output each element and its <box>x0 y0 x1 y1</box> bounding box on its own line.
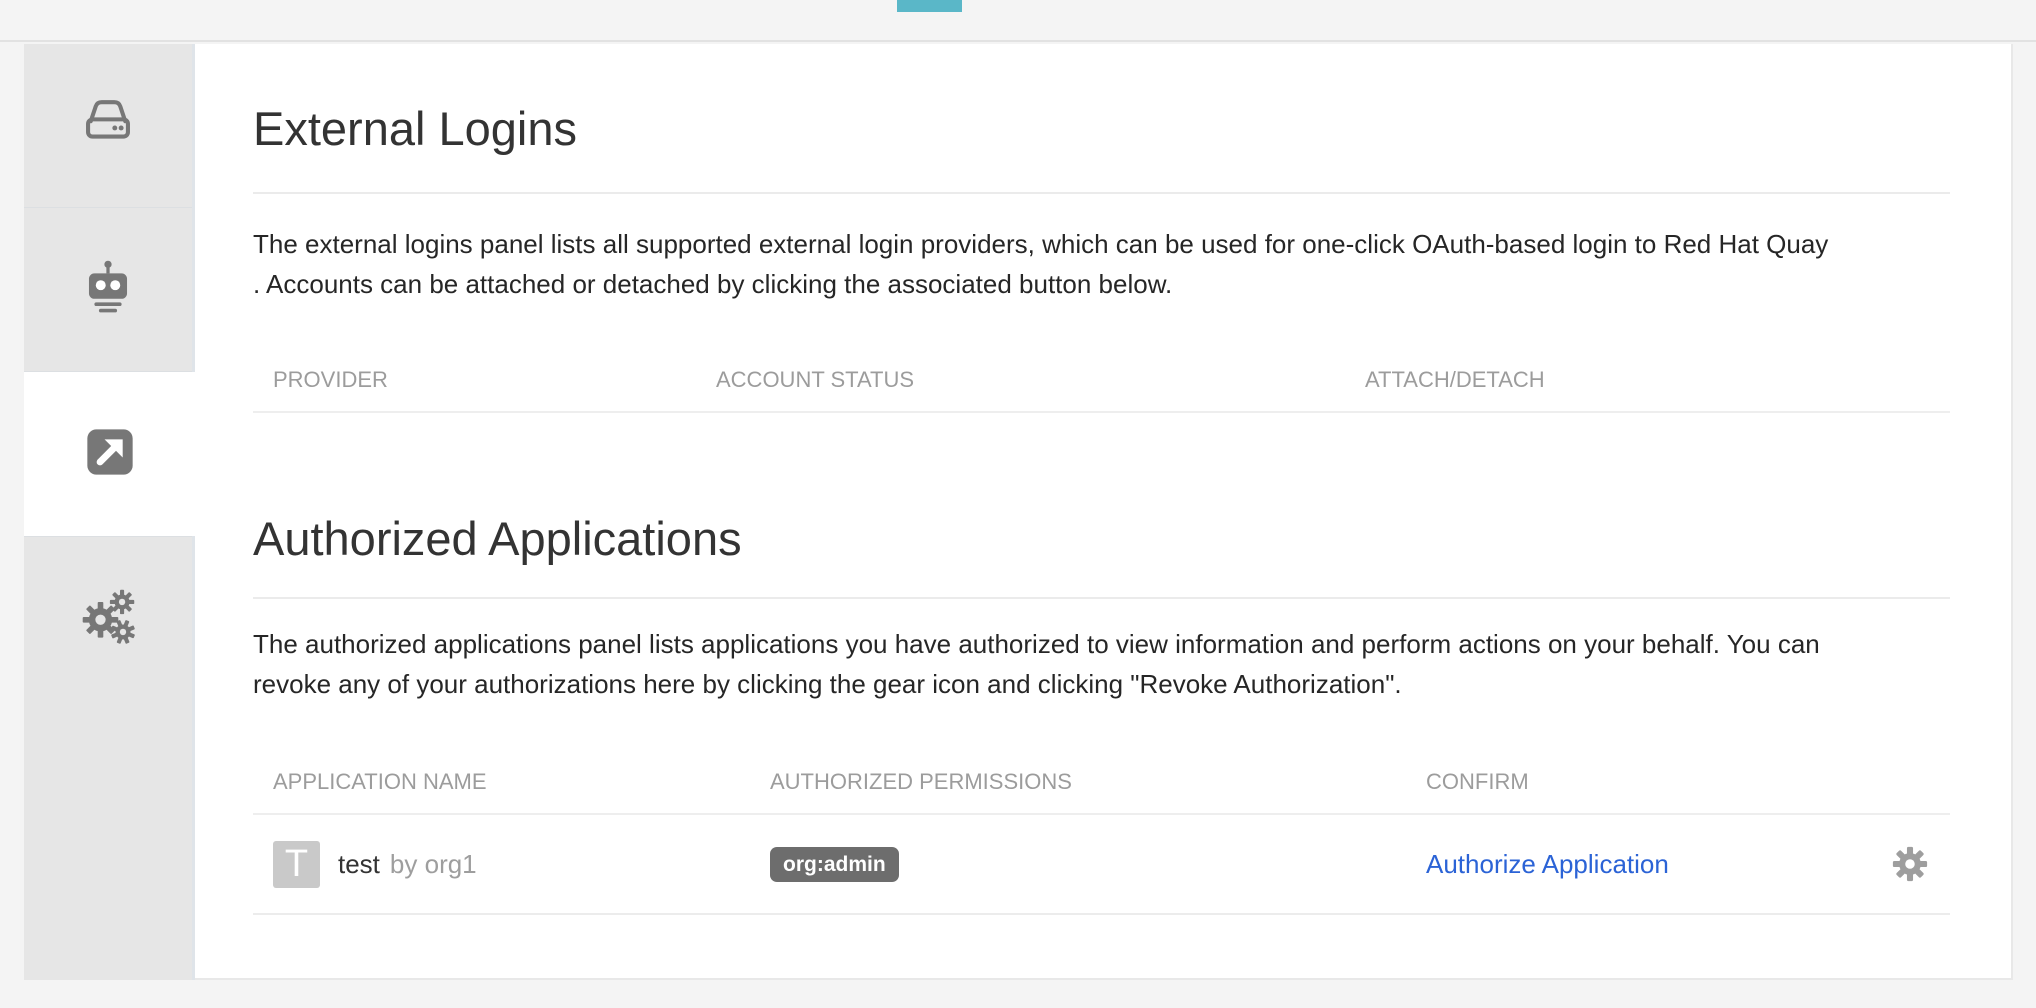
authorized-applications-title: Authorized Applications <box>253 512 1950 566</box>
robot-icon <box>79 258 137 321</box>
column-header-authorized-permissions: AUTHORIZED PERMISSIONS <box>750 769 1406 795</box>
column-header-application-name: APPLICATION NAME <box>253 769 750 795</box>
accent-bar <box>897 0 962 12</box>
gear-icon <box>1891 871 1929 886</box>
settings-sidebar <box>24 44 195 980</box>
sidebar-item-storage[interactable] <box>24 44 192 208</box>
authorized-applications-table-header: APPLICATION NAME AUTHORIZED PERMISSIONS … <box>253 769 1950 815</box>
description-line: . Accounts can be attached or detached b… <box>253 264 1950 304</box>
table-row: T test by org1 org:admin Authorize Appli… <box>253 815 1950 915</box>
external-logins-title: External Logins <box>253 102 1950 156</box>
column-header-account-status: ACCOUNT STATUS <box>696 367 1345 393</box>
sidebar-item-robot-accounts[interactable] <box>24 208 192 372</box>
sidebar-item-external-logins[interactable] <box>24 372 195 536</box>
authorize-application-link[interactable]: Authorize Application <box>1426 849 1669 879</box>
gears-icon <box>78 586 138 651</box>
authorized-applications-description: The authorized applications panel lists … <box>253 624 1950 704</box>
external-logins-description: The external logins panel lists all supp… <box>253 224 1950 304</box>
settings-panel: External Logins The external logins pane… <box>195 44 2013 980</box>
application-name-cell: T test by org1 <box>253 841 750 888</box>
column-header-attach-detach: ATTACH/DETACH <box>1345 367 1950 393</box>
row-settings-button[interactable] <box>1891 845 1929 883</box>
application-name: test <box>338 849 380 880</box>
column-header-provider: PROVIDER <box>253 367 696 393</box>
avatar: T <box>273 841 320 888</box>
section-divider <box>253 597 1950 599</box>
hdd-icon <box>79 94 137 157</box>
sidebar-item-settings[interactable] <box>24 536 192 700</box>
application-owner: by org1 <box>390 849 477 880</box>
confirm-cell: Authorize Application <box>1406 849 1874 880</box>
column-header-actions <box>1874 769 1950 795</box>
permissions-cell: org:admin <box>750 847 1406 882</box>
top-bar <box>0 0 2036 42</box>
description-line: The authorized applications panel lists … <box>253 624 1950 664</box>
row-actions-cell <box>1874 845 1950 883</box>
external-link-icon <box>81 423 139 486</box>
permission-badge: org:admin <box>770 847 899 882</box>
section-divider <box>253 192 1950 194</box>
description-line: The external logins panel lists all supp… <box>253 224 1950 264</box>
description-line: revoke any of your authorizations here b… <box>253 664 1950 704</box>
external-logins-table-header: PROVIDER ACCOUNT STATUS ATTACH/DETACH <box>253 367 1950 413</box>
column-header-confirm: CONFIRM <box>1406 769 1874 795</box>
